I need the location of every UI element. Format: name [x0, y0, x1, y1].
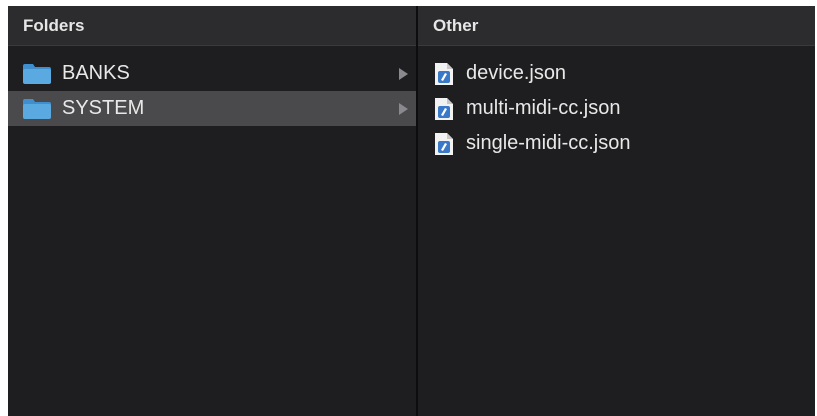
disclosure-triangle-icon[interactable] [399, 67, 408, 80]
folder-icon [23, 98, 51, 119]
json-file-icon [435, 62, 453, 85]
folders-column: Folders BANKS SYSTEM [8, 6, 418, 416]
file-row-multi-midi-cc-json[interactable]: multi-midi-cc.json [418, 91, 815, 126]
folder-row-banks[interactable]: BANKS [8, 56, 416, 91]
folders-column-header: Folders [8, 6, 416, 46]
file-label: single-midi-cc.json [466, 132, 631, 154]
file-row-single-midi-cc-json[interactable]: single-midi-cc.json [418, 126, 815, 161]
other-column-header: Other [418, 6, 815, 46]
file-label: multi-midi-cc.json [466, 97, 621, 119]
finder-column-view: Folders BANKS SYSTEM Other device.json m… [8, 6, 815, 416]
file-label: device.json [466, 62, 567, 84]
other-column: Other device.json multi-midi-cc.json sin… [418, 6, 815, 416]
file-row-device-json[interactable]: device.json [418, 56, 815, 91]
folder-icon [23, 63, 51, 84]
json-file-icon [435, 97, 453, 120]
folder-label: BANKS [62, 62, 130, 84]
json-file-icon [435, 132, 453, 155]
files-list: device.json multi-midi-cc.json single-mi… [418, 46, 815, 161]
folders-list: BANKS SYSTEM [8, 46, 416, 126]
disclosure-triangle-icon[interactable] [399, 102, 408, 115]
folder-row-system[interactable]: SYSTEM [8, 91, 416, 126]
folder-label: SYSTEM [62, 97, 145, 119]
